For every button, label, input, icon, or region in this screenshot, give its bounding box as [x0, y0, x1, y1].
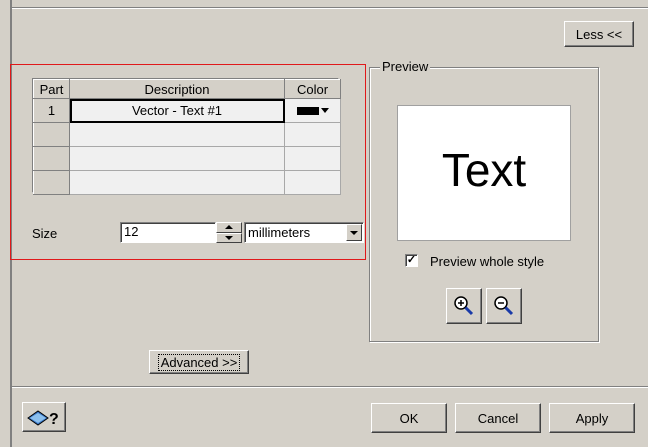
- size-unit-value: millimeters: [248, 225, 311, 240]
- spin-up-button[interactable]: [216, 222, 242, 233]
- preview-whole-style-checkbox[interactable]: ✓: [405, 254, 418, 267]
- size-unit-select[interactable]: millimeters: [244, 222, 364, 243]
- chevron-down-icon: [350, 230, 358, 235]
- table-row[interactable]: [33, 122, 341, 147]
- size-label: Size: [32, 226, 58, 241]
- size-spinner[interactable]: [216, 222, 242, 243]
- color-swatch: [296, 106, 319, 115]
- cancel-button[interactable]: Cancel: [455, 403, 541, 433]
- apply-button[interactable]: Apply: [549, 403, 635, 433]
- preview-whole-style-label[interactable]: Preview whole style: [430, 254, 544, 269]
- help-button[interactable]: ?: [22, 402, 66, 432]
- unit-dropdown-button[interactable]: [346, 224, 362, 241]
- preview-sample-text: Text: [441, 144, 527, 196]
- color-picker-cell[interactable]: [284, 170, 341, 195]
- row-number[interactable]: [33, 122, 70, 147]
- color-picker-cell[interactable]: [284, 122, 341, 147]
- table-row[interactable]: [33, 146, 341, 171]
- zoom-in-icon: [454, 296, 474, 316]
- preview-canvas: Text: [397, 105, 571, 241]
- less-button[interactable]: Less <<: [564, 21, 634, 47]
- dropdown-arrow-icon: [320, 108, 329, 113]
- column-header-description[interactable]: Description: [69, 79, 285, 99]
- advanced-button[interactable]: Advanced >>: [149, 350, 249, 374]
- row-number[interactable]: [33, 146, 70, 171]
- zoom-out-icon: [494, 296, 514, 316]
- description-cell[interactable]: [69, 170, 285, 195]
- ok-button[interactable]: OK: [371, 403, 447, 433]
- row-number[interactable]: 1: [33, 98, 70, 123]
- zoom-in-button[interactable]: [446, 288, 482, 324]
- footer-separator: [12, 386, 648, 388]
- spin-down-button[interactable]: [216, 232, 242, 243]
- description-cell[interactable]: [69, 146, 285, 171]
- chevron-up-icon: [225, 225, 233, 230]
- column-header-part[interactable]: Part: [33, 79, 70, 99]
- description-cell[interactable]: Vector - Text #1: [69, 98, 285, 123]
- color-picker-cell[interactable]: [284, 146, 341, 171]
- row-number[interactable]: [33, 170, 70, 195]
- zoom-out-button[interactable]: [486, 288, 522, 324]
- help-book-icon: ?: [27, 410, 59, 428]
- svg-text:?: ?: [49, 411, 59, 428]
- description-cell[interactable]: [69, 122, 285, 147]
- parts-table: Part Description Color 1 Vector - Text #…: [32, 78, 341, 195]
- table-row[interactable]: [33, 170, 341, 195]
- preview-group-title: Preview: [380, 59, 431, 74]
- checkmark-icon: ✓: [406, 254, 417, 266]
- chevron-down-icon: [225, 235, 233, 240]
- size-input[interactable]: 12: [120, 222, 216, 243]
- table-row[interactable]: 1 Vector - Text #1: [33, 98, 341, 123]
- advanced-button-label: Advanced >>: [157, 353, 241, 371]
- dialog-top-edge: [12, 0, 648, 8]
- color-picker-cell[interactable]: [284, 98, 341, 123]
- column-header-color[interactable]: Color: [284, 79, 341, 99]
